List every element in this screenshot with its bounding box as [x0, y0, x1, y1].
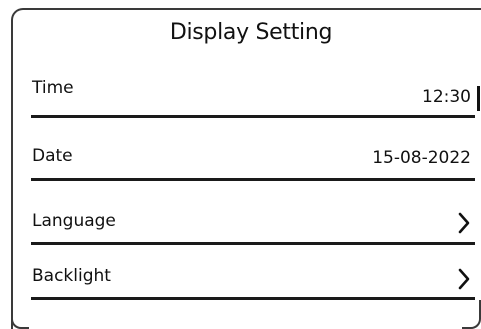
date-label: Date [32, 146, 73, 166]
backlight-label: Backlight [32, 266, 111, 286]
row-divider [31, 178, 475, 181]
page-title: Display Setting [169, 20, 333, 45]
text-cursor [477, 86, 480, 111]
date-value[interactable]: 15-08-2022 [372, 148, 471, 168]
time-label: Time [32, 78, 74, 98]
chevron-right-icon[interactable] [456, 211, 472, 235]
panel-frame-corner [462, 300, 481, 329]
row-divider [31, 115, 475, 118]
language-label: Language [32, 211, 116, 231]
time-value[interactable]: 12:30 [422, 87, 471, 107]
panel-frame-corner [11, 300, 29, 329]
row-divider [31, 297, 475, 300]
chevron-right-icon[interactable] [456, 267, 472, 291]
row-divider [31, 242, 475, 245]
